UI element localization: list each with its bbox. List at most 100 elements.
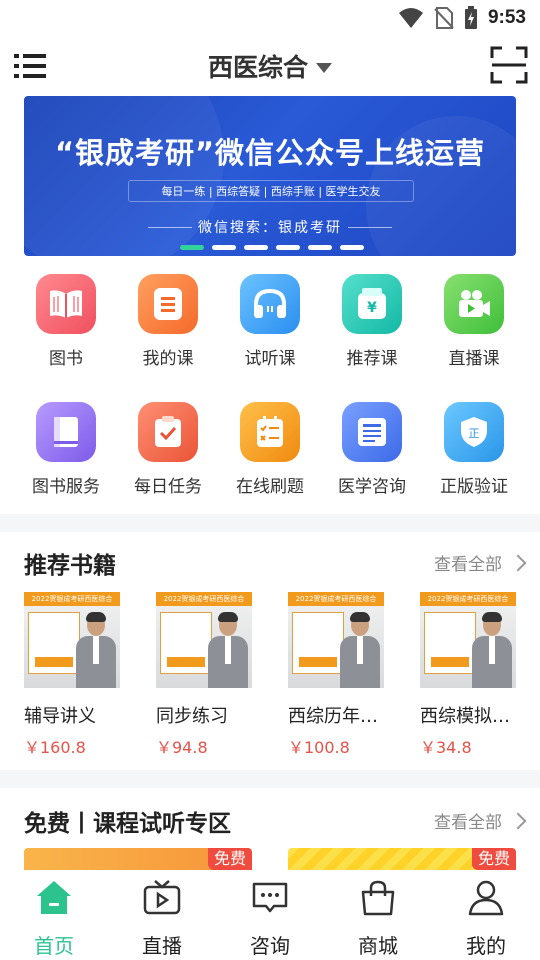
chat-bubble-icon bbox=[252, 882, 288, 913]
caret-down-icon bbox=[316, 63, 332, 73]
nav-live[interactable]: 直播 bbox=[108, 878, 216, 959]
nav-profile[interactable]: 我的 bbox=[432, 878, 540, 959]
nav-label: 直播 bbox=[142, 934, 182, 958]
grid-item-trial-courses[interactable]: 试听课 bbox=[220, 274, 320, 369]
trial-view-all-link[interactable]: 查看全部 bbox=[434, 808, 527, 833]
section-title: 免费丨课程试听专区 bbox=[24, 811, 231, 837]
section-divider bbox=[0, 514, 540, 532]
app-header: 西医综合 bbox=[0, 40, 540, 92]
video-camera-icon bbox=[444, 274, 504, 334]
promo-banner[interactable]: “银成考研”微信公众号上线运营 每日一练 | 西综答疑 | 西综手账 | 医学生… bbox=[24, 96, 516, 256]
book-name: 西综模拟… bbox=[420, 706, 510, 727]
grid-item-authenticity-check[interactable]: 正 正版验证 bbox=[424, 402, 524, 497]
grid-label: 我的课 bbox=[142, 349, 194, 369]
trial-course-card[interactable]: 免费 bbox=[24, 848, 252, 870]
cover-header: 2022贺银成考研西医综合 bbox=[156, 592, 252, 606]
author-portrait bbox=[340, 612, 380, 688]
subject-selector[interactable]: 西医综合 bbox=[0, 48, 540, 84]
grid-label: 试听课 bbox=[244, 349, 296, 369]
status-bar: 9:53 bbox=[0, 0, 540, 36]
books-view-all-link[interactable]: 查看全部 bbox=[434, 550, 527, 575]
banner-divider bbox=[348, 227, 392, 228]
headphones-icon bbox=[240, 274, 300, 334]
carousel-dot[interactable] bbox=[308, 245, 332, 250]
checklist-icon bbox=[138, 402, 198, 462]
tv-play-icon bbox=[143, 880, 181, 915]
cover-header: 2022贺银成考研西医综合 bbox=[24, 592, 120, 606]
book-name: 辅导讲义 bbox=[24, 706, 96, 727]
grid-item-books[interactable]: 图书 bbox=[16, 274, 116, 369]
carousel-dot[interactable] bbox=[244, 245, 268, 250]
book-cover: 2022贺银成考研西医综合 bbox=[24, 592, 120, 688]
quiz-icon bbox=[240, 402, 300, 462]
wallet-yen-icon: ¥ bbox=[342, 274, 402, 334]
book-card[interactable]: 2022贺银成考研西医综合 同步练习 ￥94.8 bbox=[156, 592, 252, 758]
grid-item-book-service[interactable]: 图书服务 bbox=[16, 402, 116, 497]
nav-label: 我的 bbox=[466, 934, 506, 958]
wifi-icon bbox=[398, 8, 423, 28]
book-price: ￥94.8 bbox=[156, 738, 208, 757]
home-icon bbox=[37, 881, 71, 914]
svg-text:正: 正 bbox=[469, 427, 480, 440]
grid-label: 在线刷题 bbox=[236, 477, 304, 497]
status-time: 9:53 bbox=[487, 7, 526, 28]
book-price: ￥34.8 bbox=[420, 738, 472, 757]
free-badge: 免费 bbox=[471, 848, 516, 870]
nav-home[interactable]: 首页 bbox=[0, 878, 108, 959]
shopping-bag-icon bbox=[361, 880, 395, 916]
grid-item-my-courses[interactable]: 我的课 bbox=[118, 274, 218, 369]
grid-item-online-quiz[interactable]: 在线刷题 bbox=[220, 402, 320, 497]
cover-box bbox=[28, 612, 80, 674]
cover-box bbox=[292, 612, 344, 674]
book-card[interactable]: 2022贺银成考研西医综合 西综历年… ￥100.8 bbox=[288, 592, 384, 758]
svg-text:¥: ¥ bbox=[367, 300, 377, 316]
open-book-icon bbox=[36, 274, 96, 334]
carousel-dot[interactable] bbox=[212, 245, 236, 250]
person-icon bbox=[468, 880, 504, 916]
section-divider bbox=[0, 770, 540, 788]
book-card[interactable]: 2022贺银成考研西医综合 辅导讲义 ￥160.8 bbox=[24, 592, 120, 758]
chevron-right-icon bbox=[509, 812, 527, 829]
list-doc-icon bbox=[138, 274, 198, 334]
book-cover: 2022贺银成考研西医综合 bbox=[156, 592, 252, 688]
book-price: ￥160.8 bbox=[24, 738, 86, 757]
cover-header: 2022贺银成考研西医综合 bbox=[288, 592, 384, 606]
trial-section-header: 免费丨课程试听专区 查看全部 bbox=[24, 800, 527, 840]
nav-shop[interactable]: 商城 bbox=[324, 878, 432, 959]
carousel-indicator bbox=[180, 245, 364, 250]
shield-icon: 正 bbox=[444, 402, 504, 462]
grid-label: 推荐课 bbox=[346, 349, 398, 369]
section-title: 推荐书籍 bbox=[24, 553, 116, 579]
book-service-icon bbox=[36, 402, 96, 462]
view-all-label: 查看全部 bbox=[434, 555, 502, 575]
view-all-label: 查看全部 bbox=[434, 813, 502, 833]
cover-header: 2022贺银成考研西医综合 bbox=[420, 592, 516, 606]
book-card[interactable]: 2022贺银成考研西医综合 西综模拟… ￥34.8 bbox=[420, 592, 516, 758]
grid-item-recommended-courses[interactable]: ¥ 推荐课 bbox=[322, 274, 422, 369]
grid-label: 正版验证 bbox=[440, 477, 508, 497]
grid-item-medical-consult[interactable]: 医学咨询 bbox=[322, 402, 422, 497]
chevron-right-icon bbox=[509, 554, 527, 571]
carousel-dot[interactable] bbox=[180, 245, 204, 250]
book-name: 同步练习 bbox=[156, 706, 228, 727]
nav-label: 商城 bbox=[358, 934, 398, 958]
nav-label: 首页 bbox=[34, 934, 74, 958]
nav-consult[interactable]: 咨询 bbox=[216, 878, 324, 959]
grid-label: 直播课 bbox=[448, 349, 500, 369]
book-cover: 2022贺银成考研西医综合 bbox=[420, 592, 516, 688]
grid-label: 每日任务 bbox=[134, 477, 202, 497]
cover-box bbox=[424, 612, 476, 674]
article-icon bbox=[342, 402, 402, 462]
page-title: 西医综合 bbox=[207, 53, 308, 82]
scan-icon[interactable] bbox=[490, 46, 528, 84]
banner-title: “银成考研”微信公众号上线运营 bbox=[54, 136, 486, 170]
carousel-dot[interactable] bbox=[276, 245, 300, 250]
trial-course-card[interactable]: 免费 bbox=[288, 848, 516, 870]
banner-subtitle: 每日一练 | 西综答疑 | 西综手账 | 医学生交友 bbox=[128, 180, 414, 202]
grid-item-daily-tasks[interactable]: 每日任务 bbox=[118, 402, 218, 497]
grid-item-live-courses[interactable]: 直播课 bbox=[424, 274, 524, 369]
banner-search-text: 微信搜索：银成考研 bbox=[198, 220, 342, 236]
carousel-dot[interactable] bbox=[340, 245, 364, 250]
grid-label: 医学咨询 bbox=[338, 477, 406, 497]
author-portrait bbox=[76, 612, 116, 688]
